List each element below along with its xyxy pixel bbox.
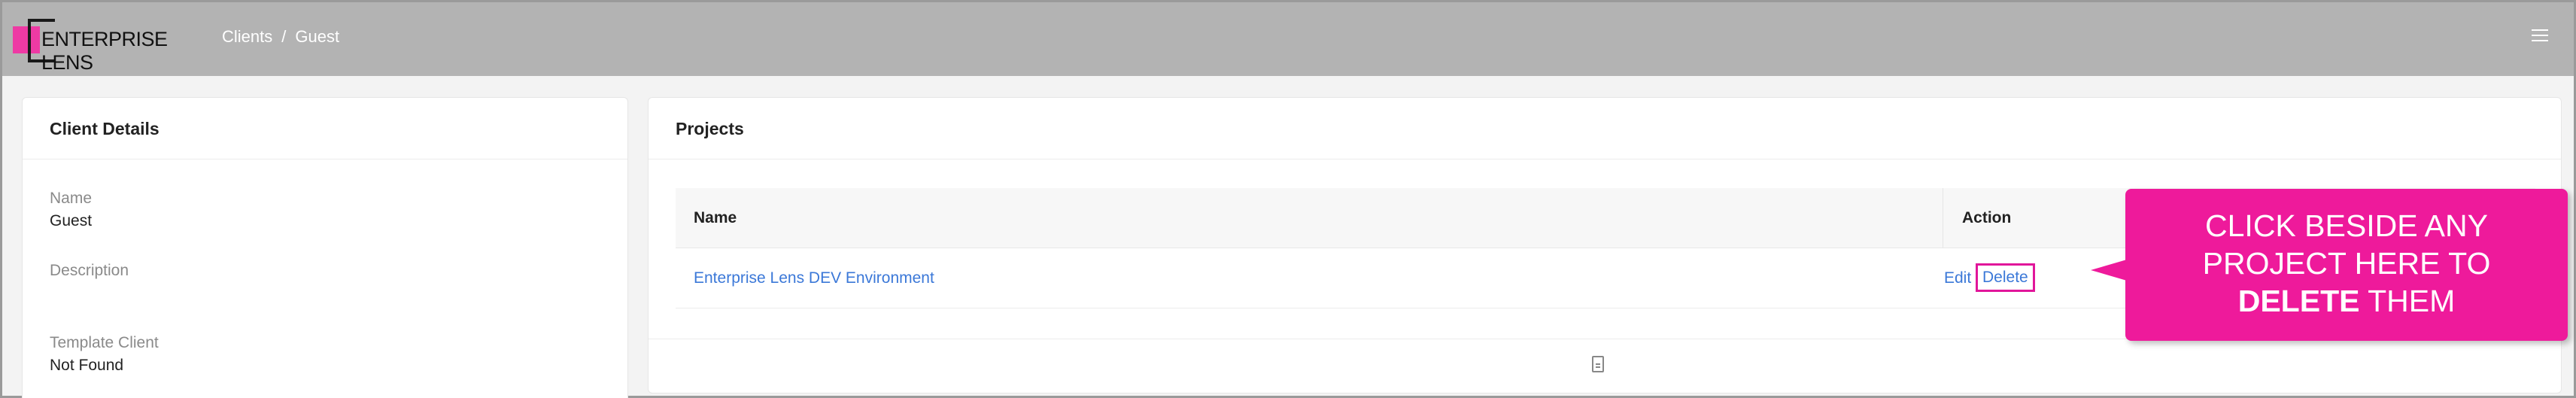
callout-line-2: PROJECT HERE TO: [2202, 246, 2491, 281]
enterprise-lens-logo[interactable]: ENTERPRISE LENS: [11, 19, 207, 74]
column-header-name: Name: [694, 209, 737, 226]
projects-title: Projects: [649, 98, 2561, 160]
edit-link[interactable]: Edit: [1944, 269, 1971, 287]
top-bar: ENTERPRISE LENS Clients / Guest: [2, 2, 2574, 76]
breadcrumb-separator: /: [281, 27, 287, 46]
logo-text: ENTERPRISE LENS: [41, 28, 168, 74]
hamburger-menu-icon[interactable]: [2532, 29, 2548, 44]
project-link[interactable]: Enterprise Lens DEV Environment: [694, 269, 934, 287]
breadcrumb-clients[interactable]: Clients: [222, 27, 272, 46]
callout-tail: THEM: [2368, 284, 2456, 318]
client-details-title: Client Details: [23, 98, 627, 160]
callout-line-1: CLICK BESIDE ANY: [2205, 208, 2488, 243]
callout-line-3: DELETE THEM: [2238, 282, 2456, 320]
description-label: Description: [50, 262, 129, 279]
callout-bold: DELETE: [2237, 284, 2360, 318]
callout-arrow: [2091, 260, 2127, 281]
client-details-card: Client Details Name Guest Description Te…: [22, 97, 628, 398]
name-label: Name: [50, 190, 93, 207]
instruction-callout: CLICK BESIDE ANY PROJECT HERE TO DELETE …: [2091, 189, 2568, 341]
template-client-value: Not Found: [50, 357, 124, 374]
column-header-action: Action: [1962, 209, 2012, 226]
delete-link[interactable]: Delete: [1976, 263, 2035, 292]
breadcrumb: Clients / Guest: [222, 27, 339, 47]
template-client-label: Template Client: [50, 334, 159, 351]
name-value: Guest: [50, 212, 93, 229]
breadcrumb-guest: Guest: [295, 27, 340, 46]
export-file-icon[interactable]: [1592, 356, 1604, 372]
